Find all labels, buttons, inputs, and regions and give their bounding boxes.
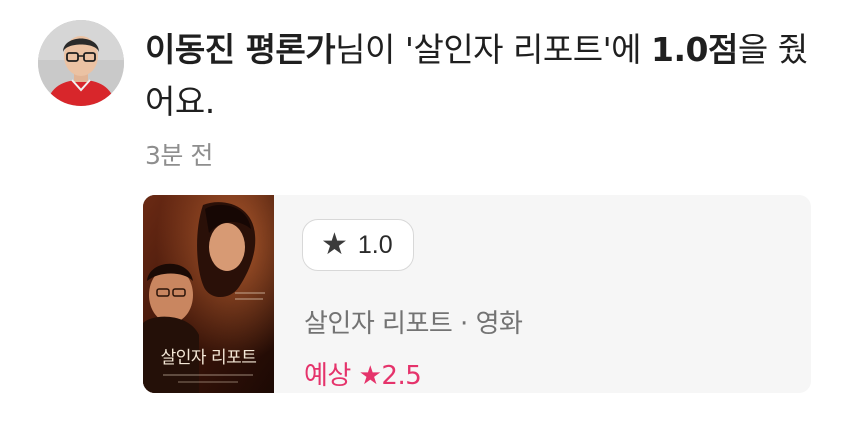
timestamp: 3분 전 xyxy=(145,141,213,170)
poster-title: 살인자 리포트 xyxy=(160,348,257,368)
headline-text: 님이 ' xyxy=(335,30,414,69)
star-icon: ★ xyxy=(321,227,348,262)
movie-card[interactable]: 살인자 리포트 ★ 1.0 살인자 리포트 · 영화 예상 ★2.5 xyxy=(143,195,811,393)
headline-movie-title[interactable]: 살인자 리포트 xyxy=(413,30,603,69)
headline-text: '에 xyxy=(602,30,652,69)
score-value: 1.0점 xyxy=(651,30,738,69)
expected-rating: 예상 ★2.5 xyxy=(304,361,422,391)
avatar[interactable] xyxy=(38,20,124,106)
movie-meta[interactable]: 살인자 리포트 · 영화 xyxy=(304,303,523,340)
rating-value: 1.0 xyxy=(357,230,393,259)
user-name[interactable]: 이동진 평론가 xyxy=(145,30,336,69)
movie-poster[interactable]: 살인자 리포트 xyxy=(143,195,274,393)
rating-badge: ★ 1.0 xyxy=(302,219,414,271)
activity-headline: 이동진 평론가님이 '살인자 리포트'에 1.0점을 줬어요. xyxy=(145,24,825,128)
